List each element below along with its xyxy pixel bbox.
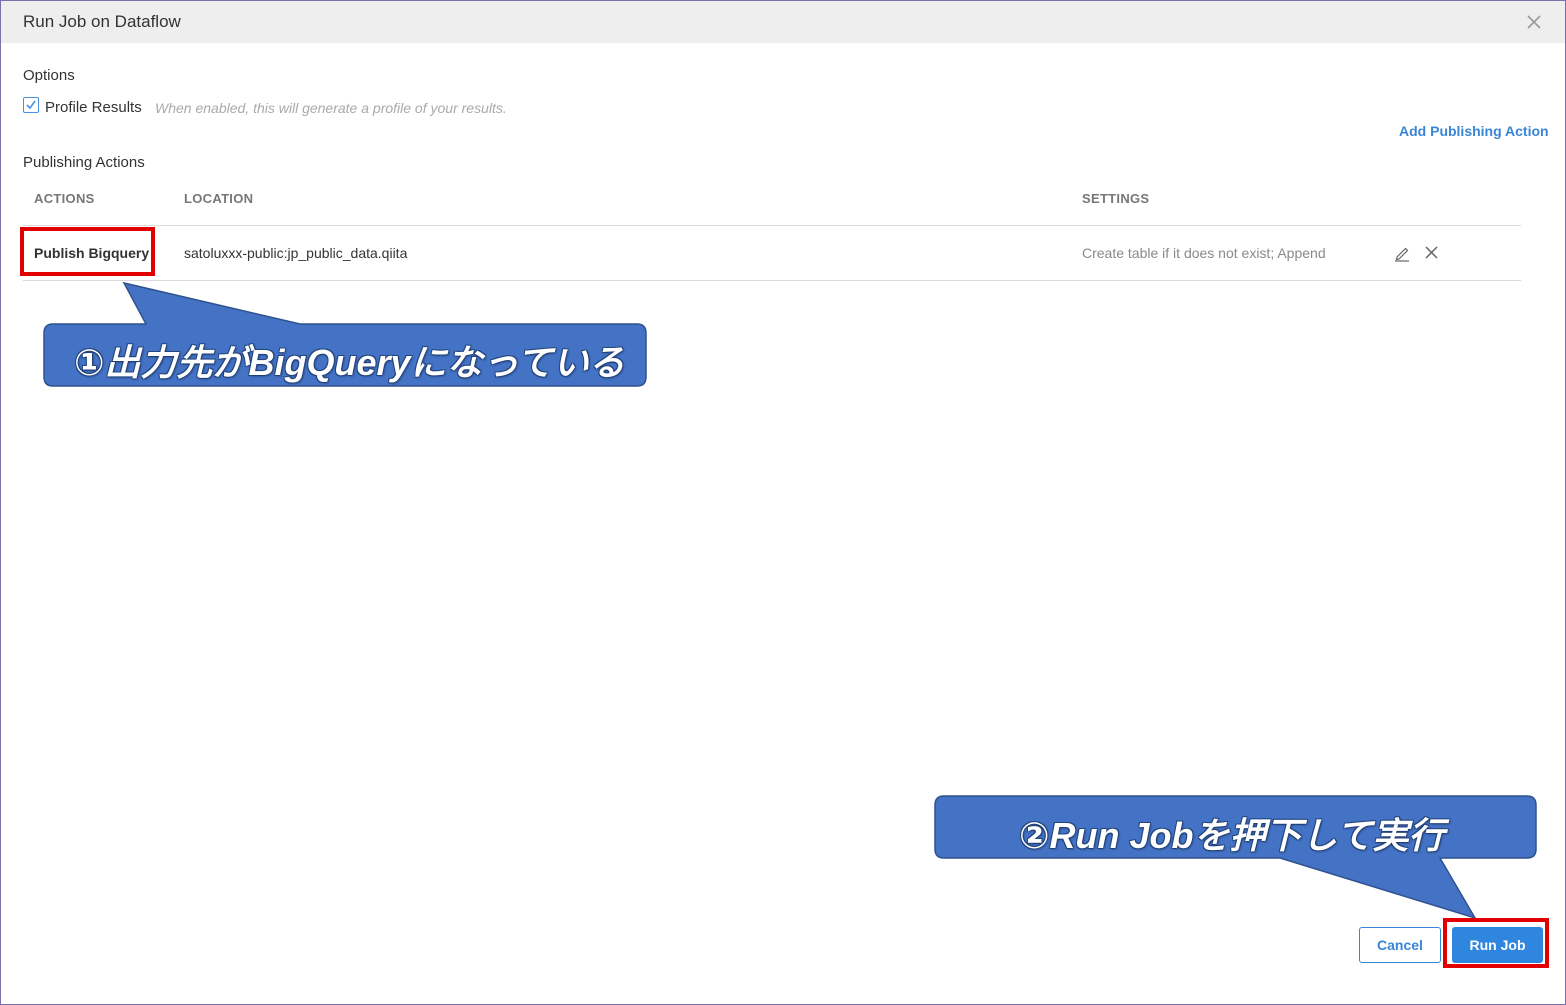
callout-1-text: ①出力先がBigQueryになっている bbox=[74, 342, 625, 383]
highlight-box-action bbox=[20, 227, 155, 276]
highlight-box-run-job bbox=[1443, 918, 1549, 968]
callout-2-text: ②Run Jobを押下して実行 bbox=[1019, 815, 1445, 856]
cancel-button[interactable]: Cancel bbox=[1359, 927, 1441, 963]
